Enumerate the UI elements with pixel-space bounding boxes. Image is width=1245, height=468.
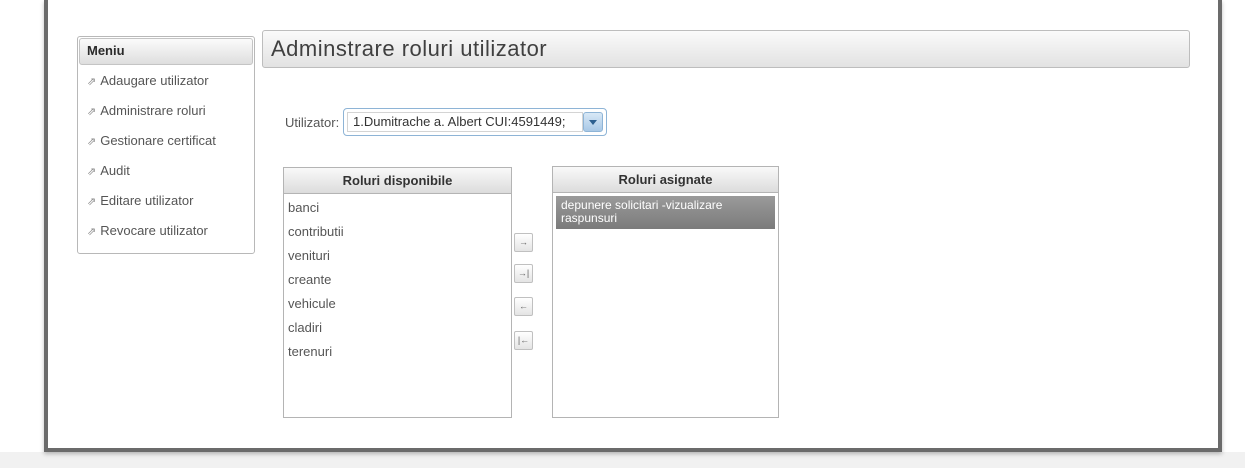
user-select[interactable]: 1.Dumitrache a. Albert CUI:4591449;: [343, 108, 607, 136]
available-roles-list[interactable]: Roluri disponibile banci contributii ven…: [283, 167, 512, 418]
list-item-selected[interactable]: depunere solicitari -vizualizare raspuns…: [556, 196, 775, 229]
external-link-icon: ⇗: [87, 136, 97, 148]
list-item[interactable]: terenuri: [284, 340, 511, 364]
list-item[interactable]: banci: [284, 196, 511, 220]
external-link-icon: ⇗: [87, 106, 97, 118]
menu-item-revocare-utilizator[interactable]: ⇗ Revocare utilizator: [78, 216, 254, 246]
list-item[interactable]: contributii: [284, 220, 511, 244]
page-title: Adminstrare roluri utilizator: [262, 30, 1190, 68]
menu-header: Meniu: [79, 38, 253, 65]
assigned-roles-body: depunere solicitari -vizualizare raspuns…: [553, 193, 778, 229]
external-link-icon: ⇗: [87, 196, 97, 208]
menu-item-label: Editare utilizator: [100, 193, 194, 208]
assigned-roles-title: Roluri asignate: [553, 167, 778, 193]
list-item[interactable]: vehicule: [284, 292, 511, 316]
available-roles-body: banci contributii venituri creante vehic…: [284, 194, 511, 364]
menu-item-gestionare-certificat[interactable]: ⇗ Gestionare certificat: [78, 126, 254, 156]
move-all-left-button[interactable]: |←: [514, 331, 533, 350]
page-background: [0, 452, 1245, 468]
menu-item-label: Gestionare certificat: [100, 133, 216, 148]
user-label: Utilizator:: [285, 115, 340, 130]
external-link-icon: ⇗: [87, 166, 97, 178]
menu-item-label: Audit: [100, 163, 130, 178]
list-item[interactable]: cladiri: [284, 316, 511, 340]
external-link-icon: ⇗: [87, 76, 97, 88]
move-all-right-button[interactable]: →|: [514, 264, 533, 283]
menu-item-label: Administrare roluri: [100, 103, 206, 118]
menu-item-label: Adaugare utilizator: [100, 73, 209, 88]
external-link-icon: ⇗: [87, 226, 97, 238]
sidebar-menu: Meniu ⇗ Adaugare utilizator ⇗ Administrare…: [77, 36, 255, 254]
list-item[interactable]: venituri: [284, 244, 511, 268]
chevron-down-icon[interactable]: [583, 112, 603, 132]
move-right-button[interactable]: →: [514, 233, 533, 252]
menu-item-audit[interactable]: ⇗ Audit: [78, 156, 254, 186]
menu-list: ⇗ Adaugare utilizator ⇗ Administrare rolur…: [78, 66, 254, 246]
menu-item-editare-utilizator[interactable]: ⇗ Editare utilizator: [78, 186, 254, 216]
available-roles-title: Roluri disponibile: [284, 168, 511, 194]
menu-item-label: Revocare utilizator: [100, 223, 208, 238]
move-left-button[interactable]: ←: [514, 297, 533, 316]
user-select-value[interactable]: 1.Dumitrache a. Albert CUI:4591449;: [347, 112, 583, 132]
menu-item-administrare-roluri[interactable]: ⇗ Administrare roluri: [78, 96, 254, 126]
menu-item-adaugare-utilizator[interactable]: ⇗ Adaugare utilizator: [78, 66, 254, 96]
list-item[interactable]: creante: [284, 268, 511, 292]
assigned-roles-list[interactable]: Roluri asignate depunere solicitari -viz…: [552, 166, 779, 418]
